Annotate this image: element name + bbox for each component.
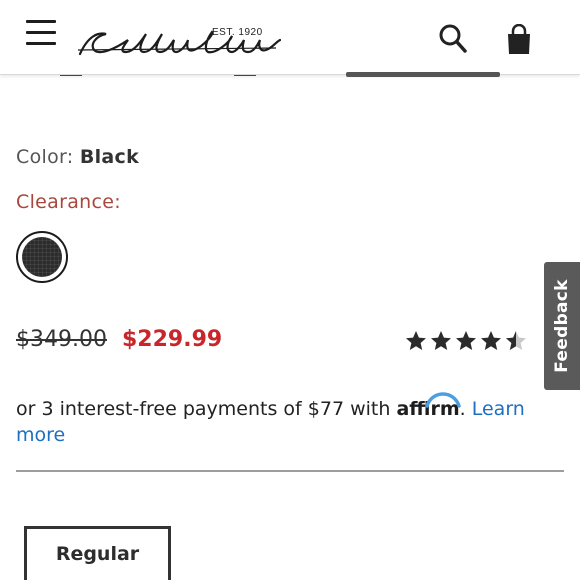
- swatch-fabric-pattern: [22, 237, 62, 277]
- scrolled-button-edge: [346, 72, 500, 77]
- site-header: EST. 1920: [0, 0, 580, 76]
- feedback-tab[interactable]: Feedback: [544, 262, 580, 390]
- star-icon: [406, 331, 426, 350]
- star-icon: [481, 331, 501, 350]
- star-icon: [431, 331, 451, 350]
- color-selection-text: Color: Black: [16, 146, 139, 168]
- half-star-icon: [506, 331, 526, 350]
- hamburger-menu-icon[interactable]: [24, 18, 60, 48]
- star-icon: [456, 331, 476, 350]
- sale-price: $229.99: [122, 327, 223, 352]
- shopping-bag-icon[interactable]: [505, 23, 533, 56]
- scrolled-content-fragment: [234, 62, 290, 76]
- scrolled-content-fragment: [60, 62, 116, 76]
- affirm-text: or 3 interest-free payments of $77 with: [16, 398, 391, 420]
- color-value: Black: [79, 146, 140, 168]
- feedback-label: Feedback: [552, 279, 572, 373]
- fit-option-regular[interactable]: Regular: [24, 526, 171, 580]
- color-swatch-black[interactable]: [16, 231, 68, 283]
- original-price: $349.00: [16, 327, 107, 352]
- section-divider: [16, 470, 564, 472]
- clearance-label: Clearance:: [16, 191, 121, 213]
- rating-stars[interactable]: [404, 329, 529, 355]
- affirm-arc-icon: [425, 392, 462, 408]
- search-icon[interactable]: [438, 22, 468, 54]
- color-label: Color:: [16, 146, 74, 168]
- affirm-logo: affirm: [396, 392, 462, 422]
- affirm-payment-text: or 3 interest-free payments of $77 with …: [16, 392, 561, 448]
- logo-est-text: EST. 1920: [212, 27, 263, 38]
